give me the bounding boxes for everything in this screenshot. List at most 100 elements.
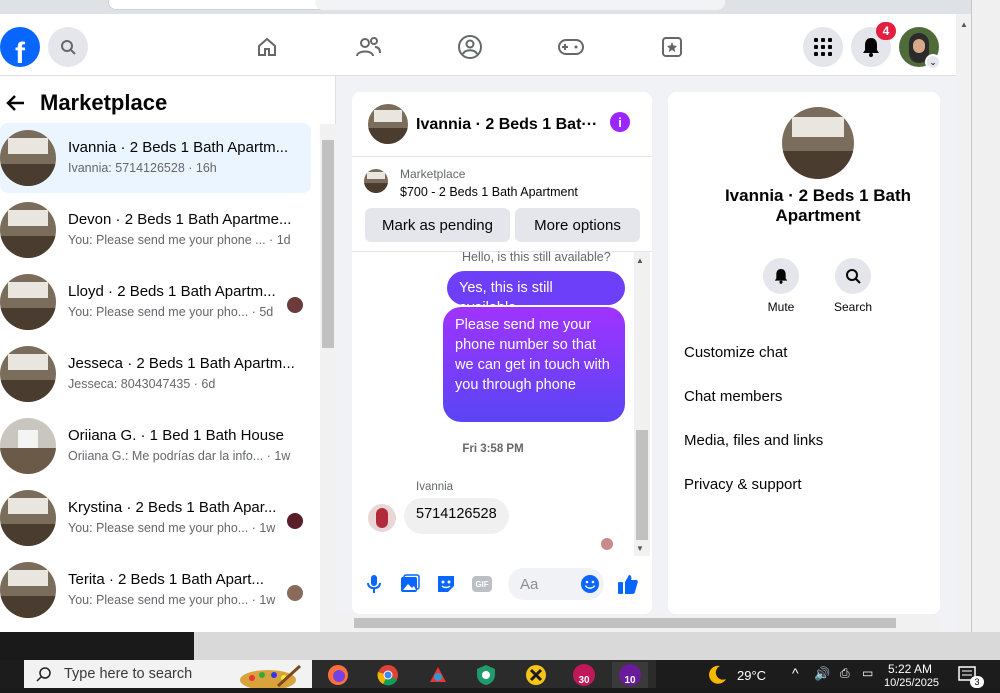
seen-avatar [287, 297, 303, 313]
network-icon[interactable]: ⎙ [840, 666, 850, 681]
mute-label: Mute [767, 300, 795, 314]
volume-icon[interactable]: 🔊 [814, 666, 830, 682]
friends-icon[interactable] [354, 33, 382, 61]
app-icon-x[interactable] [518, 662, 554, 688]
conversation-preview: Jesseca: 8043047435 · 6d [68, 377, 216, 391]
app-badge-icon-b[interactable]: 10 [612, 662, 648, 688]
seen-avatar [601, 538, 613, 550]
chat-info-panel: Ivannia · 2 Beds 1 Bath Apartment Mute S… [668, 92, 940, 614]
page-title: Marketplace [40, 90, 168, 115]
weather-moon-icon[interactable] [706, 664, 728, 686]
scroll-up-icon[interactable]: ▲ [636, 256, 644, 265]
message-bubble-received[interactable]: 5714126528 [404, 498, 509, 534]
message-bubble-sent[interactable]: Yes, this is still available [447, 271, 625, 316]
conversation-preview: You: Please send me your phone ... · 1d [68, 233, 291, 247]
conversation-item[interactable]: Jesseca · 2 Beds 1 Bath Apartm... Jessec… [0, 339, 311, 409]
conversation-item[interactable]: Devon · 2 Beds 1 Bath Apartme... You: Pl… [0, 195, 311, 265]
gaming-icon[interactable] [557, 33, 585, 61]
listing-thumbnail [364, 169, 388, 193]
message-composer: GIF Aa [352, 562, 652, 614]
battery-icon[interactable]: ▭ [862, 666, 873, 680]
sender-name: Ivannia [416, 481, 454, 493]
clock-date[interactable]: 10/25/2025 [884, 677, 946, 689]
app-badge-a: 30 [573, 664, 595, 686]
scroll-down-icon[interactable]: ▼ [636, 544, 644, 553]
app-icon-colorful[interactable] [420, 662, 456, 688]
windows-taskbar: Type here to search 30 10 29°C ^ 🔊 ⎙ ▭ 5… [0, 660, 1000, 690]
message-timestamp: Fri 3:58 PM [462, 443, 524, 455]
paint-icon[interactable] [238, 664, 302, 690]
conversation-preview: You: Please send me your pho... · 1w [68, 593, 276, 607]
home-icon[interactable] [253, 33, 281, 61]
customize-chat-row[interactable]: Customize chat [684, 344, 787, 361]
emoji-icon[interactable] [578, 572, 602, 596]
weather-temperature[interactable]: 29°C [737, 668, 766, 683]
sidebar-scrollbar-thumb[interactable] [322, 140, 334, 348]
thumbs-up-icon[interactable] [616, 572, 640, 596]
listing-source: Marketplace [400, 167, 466, 181]
conversation-item[interactable]: Ivannia · 2 Beds 1 Bath Apartm... Ivanni… [0, 123, 311, 193]
shield-app-icon[interactable] [468, 662, 504, 688]
profile-photo[interactable] [782, 107, 854, 179]
bell-icon [763, 258, 799, 294]
conversation-item[interactable]: Oriiana G. · 1 Bed 1 Bath House Oriiana … [0, 411, 311, 481]
chat-avatar[interactable] [368, 104, 408, 144]
mute-button[interactable]: Mute [751, 258, 811, 314]
page-scrollbar[interactable] [956, 14, 971, 632]
search-button[interactable] [48, 27, 88, 67]
gif-icon[interactable]: GIF [470, 572, 494, 596]
chat-members-row[interactable]: Chat members [684, 388, 782, 405]
chevron-down-icon[interactable]: ⌄ [925, 54, 941, 70]
sender-avatar[interactable] [368, 504, 396, 532]
mark-as-pending-button[interactable]: Mark as pending [365, 208, 510, 242]
info-icon[interactable]: i [610, 112, 630, 132]
listing-title[interactable]: $700 - 2 Beds 1 Bath Apartment [400, 185, 578, 199]
privacy-support-row[interactable]: Privacy & support [684, 476, 802, 493]
more-options-button[interactable]: More options [515, 208, 640, 242]
chat-panel: Ivannia · 2 Beds 1 Bat··· i Marketplace … [352, 92, 652, 614]
taskbar-search-placeholder: Type here to search [64, 666, 193, 682]
sticker-icon[interactable] [434, 572, 458, 596]
firefox-icon[interactable] [320, 662, 356, 688]
conversation-name: Jesseca · 2 Beds 1 Bath Apartm... [68, 355, 295, 372]
app-badge-icon-a[interactable]: 30 [566, 662, 602, 688]
app-badge-b: 10 [619, 664, 641, 686]
conversation-name: Oriiana G. · 1 Bed 1 Bath House [68, 427, 284, 444]
back-arrow-icon[interactable] [6, 92, 26, 118]
desktop-background-bottom [194, 632, 1000, 660]
conversation-name: Devon · 2 Beds 1 Bath Apartme... [68, 211, 292, 228]
search-chat-button[interactable]: Search [823, 258, 883, 314]
message-bubble-sent[interactable]: Please send me your phone number so that… [443, 307, 625, 422]
conversation-preview: Ivannia: 5714126528 · 16h [68, 161, 217, 175]
conversation-preview: You: Please send me your pho... · 1w [68, 521, 276, 535]
conversation-name: Terita · 2 Beds 1 Bath Apart... [68, 571, 264, 588]
seen-avatar [287, 513, 303, 529]
menu-button[interactable] [803, 27, 843, 67]
clock-time[interactable]: 5:22 AM [888, 662, 932, 676]
bell-icon [863, 38, 879, 57]
search-icon [36, 667, 51, 682]
facebook-header: f 4 ⌄ [0, 14, 956, 76]
page-scroll-up-icon[interactable]: ▲ [960, 20, 968, 29]
conversation-name: Ivannia · 2 Beds 1 Bath Apartm... [68, 139, 289, 156]
media-files-links-row[interactable]: Media, files and links [684, 432, 823, 449]
chrome-icon[interactable] [370, 662, 406, 688]
groups-icon[interactable] [456, 33, 484, 61]
message-partial: Hello, is this still available? [462, 250, 611, 264]
microphone-icon[interactable] [362, 572, 386, 596]
conversation-item[interactable]: Krystina · 2 Beds 1 Bath Apar... You: Pl… [0, 483, 311, 553]
pages-icon[interactable] [658, 33, 686, 61]
listing-thumbnail [0, 490, 56, 546]
conversation-item[interactable]: Lloyd · 2 Beds 1 Bath Apartm... You: Ple… [0, 267, 311, 337]
search-label: Search [833, 300, 873, 314]
horizontal-scrollbar-thumb[interactable] [354, 618, 896, 628]
conversation-item[interactable]: Terita · 2 Beds 1 Bath Apart... You: Ple… [0, 555, 311, 625]
chevron-up-icon[interactable]: ^ [792, 665, 799, 681]
conversation-name: Krystina · 2 Beds 1 Bath Apar... [68, 499, 277, 516]
chat-scrollbar-thumb[interactable] [636, 430, 648, 540]
facebook-logo[interactable]: f [0, 27, 40, 67]
chat-title[interactable]: Ivannia · 2 Beds 1 Bat··· [416, 116, 596, 134]
marketplace-sidebar: Marketplace Ivannia · 2 Beds 1 Bath Apar… [0, 76, 336, 632]
photo-icon[interactable] [398, 572, 422, 596]
listing-thumbnail [0, 202, 56, 258]
